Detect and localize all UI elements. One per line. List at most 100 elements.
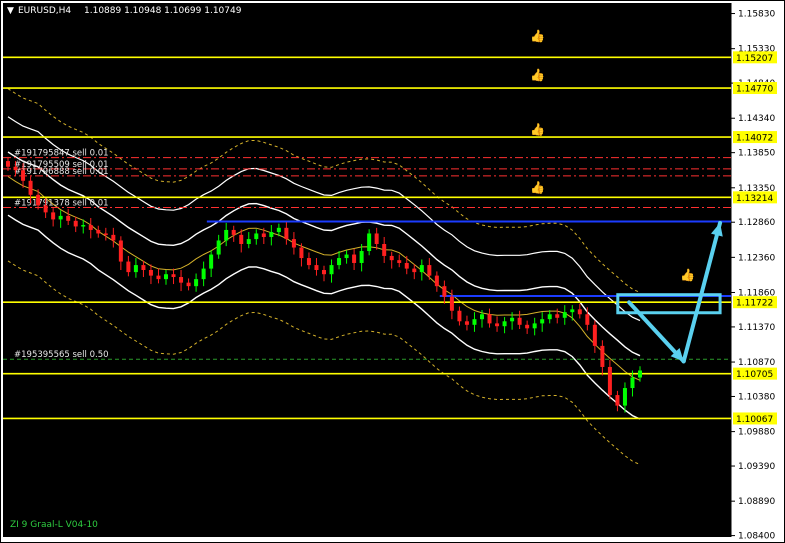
candle-body bbox=[577, 309, 582, 315]
candle-body bbox=[171, 274, 176, 278]
axis-tick-label: 1.08400 bbox=[738, 532, 775, 542]
candle-body bbox=[291, 239, 296, 248]
candle-body bbox=[103, 233, 108, 235]
thumbs-up-icon: 👍 bbox=[680, 268, 695, 282]
candle-body bbox=[442, 286, 447, 297]
candle-body bbox=[133, 265, 138, 273]
candle-body bbox=[246, 239, 251, 245]
candle-body bbox=[389, 255, 394, 261]
header-arrow-icon[interactable]: ▼ bbox=[7, 6, 14, 16]
candle-body bbox=[186, 282, 191, 287]
candle-body bbox=[194, 279, 199, 287]
candle-body bbox=[43, 205, 48, 213]
order-label: #195395565 sell 0.50 bbox=[14, 350, 109, 360]
candle-body bbox=[58, 215, 63, 220]
candle-body bbox=[164, 274, 168, 280]
candle-body bbox=[532, 323, 537, 329]
candle-body bbox=[374, 233, 379, 245]
candle-body bbox=[638, 370, 642, 378]
axis-tick-label: 1.14340 bbox=[738, 114, 775, 124]
level-price-label: 1.11722 bbox=[736, 299, 773, 309]
candle-body bbox=[261, 233, 266, 237]
order-label: #191791378 sell 0.01 bbox=[14, 198, 109, 208]
axis-tick-label: 1.15830 bbox=[738, 10, 775, 20]
candle-body bbox=[224, 229, 229, 241]
candle-body bbox=[570, 309, 575, 313]
candle-body bbox=[88, 225, 93, 230]
thumbs-up-icon: 👍 bbox=[530, 123, 545, 137]
candle-body bbox=[126, 261, 131, 273]
candle-body bbox=[480, 314, 484, 320]
candle-body bbox=[397, 260, 402, 263]
candle-body bbox=[449, 296, 454, 311]
level-price-label: 1.13214 bbox=[736, 194, 773, 204]
axis-tick-label: 1.10870 bbox=[738, 358, 775, 368]
candle-body bbox=[487, 314, 492, 324]
candle-body bbox=[284, 227, 289, 240]
candle-body bbox=[254, 233, 259, 240]
candle-body bbox=[419, 265, 424, 273]
symbol-label: EURUSD,H4 bbox=[18, 6, 71, 16]
candle-body bbox=[344, 254, 349, 259]
plot-area bbox=[3, 3, 731, 537]
candle-body bbox=[607, 366, 612, 396]
candle-body bbox=[201, 268, 206, 280]
candle-body bbox=[314, 265, 319, 270]
candle-body bbox=[359, 251, 364, 263]
candle-body bbox=[329, 265, 334, 275]
candle-body bbox=[547, 314, 552, 320]
candle-body bbox=[472, 319, 477, 325]
candle-body bbox=[21, 170, 26, 181]
axis-tick-label: 1.12860 bbox=[738, 218, 775, 228]
axis-tick-label: 1.10380 bbox=[738, 392, 775, 402]
candle-body bbox=[367, 233, 372, 252]
candle-body bbox=[6, 161, 10, 167]
candle-body bbox=[502, 321, 507, 327]
candle-body bbox=[457, 310, 462, 322]
thumbs-up-icon: 👍 bbox=[530, 29, 545, 43]
candle-body bbox=[51, 212, 56, 220]
indicator-label: ZI 9 Graal-L V04-10 bbox=[10, 520, 98, 530]
candle-body bbox=[156, 275, 161, 280]
candle-body bbox=[427, 265, 432, 276]
axis-tick-label: 1.09390 bbox=[738, 462, 775, 472]
level-price-label: 1.10067 bbox=[736, 415, 773, 425]
candle-body bbox=[73, 220, 78, 227]
candle-body bbox=[464, 321, 469, 325]
candle-body bbox=[434, 275, 439, 287]
candle-body bbox=[495, 323, 500, 327]
candle-body bbox=[118, 240, 123, 262]
ohlc-values: 1.10889 1.10948 1.10699 1.10749 bbox=[84, 6, 242, 16]
axis-tick-label: 1.08890 bbox=[738, 497, 775, 507]
level-price-label: 1.10705 bbox=[736, 370, 773, 380]
candle-body bbox=[337, 258, 342, 266]
candle-body bbox=[510, 317, 515, 322]
candle-body bbox=[81, 225, 86, 227]
candle-body bbox=[404, 262, 409, 269]
candle-body bbox=[96, 229, 101, 234]
candle-body bbox=[269, 232, 274, 237]
chart-window: #191795847 sell 0.01 #191795509 sell 0.01… bbox=[0, 0, 785, 543]
thumbs-up-icon: 👍 bbox=[530, 180, 545, 194]
level-price-label: 1.14770 bbox=[736, 85, 773, 95]
candle-body bbox=[141, 265, 146, 270]
candle-body bbox=[306, 258, 311, 266]
candle-body bbox=[600, 345, 605, 367]
candle-body bbox=[28, 180, 33, 195]
candle-body bbox=[36, 194, 41, 206]
candle-body bbox=[630, 377, 635, 389]
candle-body bbox=[111, 234, 116, 241]
candle-body bbox=[412, 268, 417, 273]
candle-body bbox=[66, 215, 71, 221]
candle-body bbox=[382, 244, 387, 256]
candle-body bbox=[276, 227, 281, 233]
axis-tick-label: 1.09880 bbox=[738, 428, 775, 438]
candle-body bbox=[592, 324, 597, 346]
axis-tick-label: 1.12360 bbox=[738, 253, 775, 263]
candle-body bbox=[299, 247, 304, 259]
price-chart[interactable]: #191795847 sell 0.01#191795509 sell 0.01… bbox=[0, 0, 785, 543]
candle-body bbox=[525, 324, 530, 329]
candle-body bbox=[322, 270, 326, 275]
candle-body bbox=[13, 166, 18, 171]
candle-body bbox=[562, 312, 567, 318]
